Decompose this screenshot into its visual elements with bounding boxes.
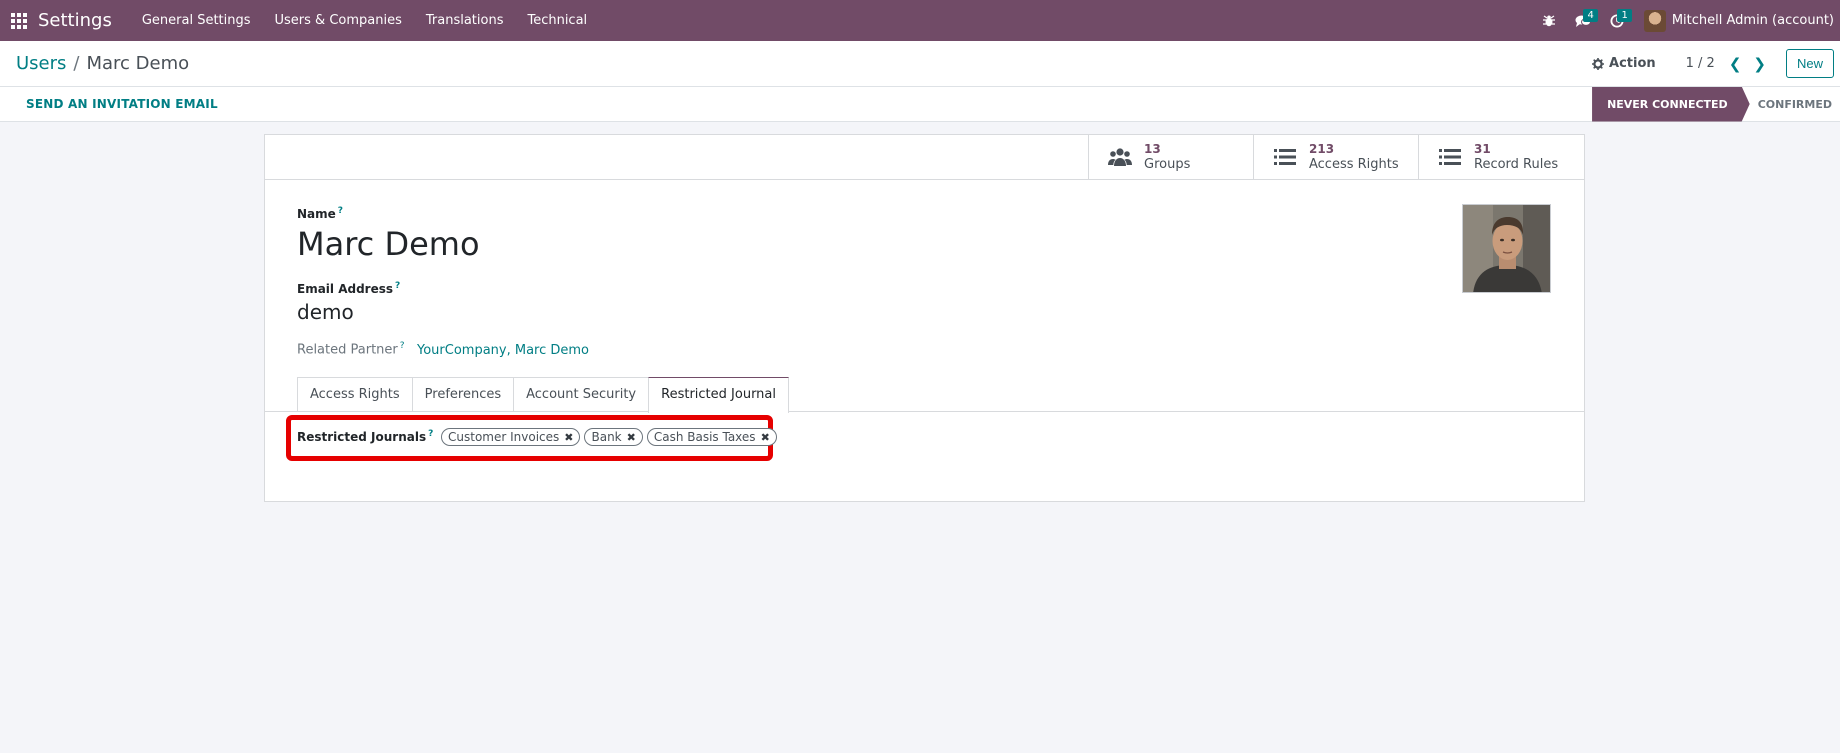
pager-previous-icon[interactable]: ❮ xyxy=(1729,55,1742,73)
users-icon xyxy=(1108,146,1132,168)
divider xyxy=(265,179,1584,180)
control-panel: Users / Marc Demo Action 1 / 2 ❮ ❯ New xyxy=(0,41,1840,87)
name-field[interactable]: Marc Demo xyxy=(297,225,480,263)
email-field[interactable]: demo xyxy=(297,300,354,324)
tab-account-security[interactable]: Account Security xyxy=(513,377,650,412)
app-name[interactable]: Settings xyxy=(38,10,130,31)
tag-bank: Bank ✖ xyxy=(584,428,643,446)
main-menu: General Settings Users & Companies Trans… xyxy=(130,0,599,41)
form-statusbar: SEND AN INVITATION EMAIL NEVER CONNECTED… xyxy=(0,87,1840,122)
status-confirmed[interactable]: CONFIRMED xyxy=(1750,87,1840,122)
groups-count: 13 xyxy=(1144,142,1161,156)
menu-general-settings[interactable]: General Settings xyxy=(130,0,263,41)
groups-stat-button[interactable]: 13 Groups xyxy=(1089,135,1254,179)
smart-button-box: 13 Groups 213 Access Rights 31 Record Ru… xyxy=(1088,135,1584,180)
user-avatar xyxy=(1643,9,1666,32)
top-navbar: Settings General Settings Users & Compan… xyxy=(0,0,1840,41)
record-rules-count: 31 xyxy=(1474,142,1491,156)
access-rights-stat-button[interactable]: 213 Access Rights xyxy=(1254,135,1419,179)
remove-tag-icon[interactable]: ✖ xyxy=(564,431,573,444)
breadcrumb-users-link[interactable]: Users xyxy=(16,53,66,74)
restricted-journals-field[interactable]: Customer Invoices ✖ Bank ✖ Cash Basis Taxe… xyxy=(441,428,777,446)
tab-preferences[interactable]: Preferences xyxy=(411,377,515,412)
list-icon xyxy=(1438,146,1462,168)
help-icon[interactable]: ? xyxy=(338,206,343,216)
remove-tag-icon[interactable]: ✖ xyxy=(761,431,770,444)
tag-label: Customer Invoices xyxy=(448,430,560,444)
tag-cash-basis-taxes: Cash Basis Taxes ✖ xyxy=(646,428,777,446)
gear-icon xyxy=(1592,57,1605,70)
pager-next-icon[interactable]: ❯ xyxy=(1753,55,1766,73)
tab-access-rights[interactable]: Access Rights xyxy=(297,377,413,412)
email-label: Email Address? xyxy=(297,281,401,296)
chat-icon[interactable]: 4 xyxy=(1566,0,1600,41)
systray: 4 1 Mitchell Admin (account) xyxy=(1532,0,1840,41)
list-icon xyxy=(1273,146,1297,168)
tabs-divider xyxy=(265,411,1584,412)
menu-users-companies[interactable]: Users & Companies xyxy=(263,0,414,41)
activity-count-badge: 1 xyxy=(1617,9,1632,22)
user-menu[interactable]: Mitchell Admin (account) xyxy=(1634,9,1840,32)
related-partner-label: Related Partner? xyxy=(297,341,405,358)
chat-count-badge: 4 xyxy=(1583,9,1598,22)
debug-bug-icon[interactable] xyxy=(1532,0,1566,41)
new-button[interactable]: New xyxy=(1785,49,1834,78)
tab-restricted-journal[interactable]: Restricted Journal xyxy=(648,377,790,413)
groups-label: Groups xyxy=(1144,157,1191,172)
status-never-connected[interactable]: NEVER CONNECTED xyxy=(1592,87,1750,122)
breadcrumb-current: Marc Demo xyxy=(86,53,190,74)
related-partner-link[interactable]: YourCompany, Marc Demo xyxy=(417,343,589,358)
help-icon[interactable]: ? xyxy=(395,281,400,291)
access-rights-count: 213 xyxy=(1309,142,1335,156)
record-rules-label: Record Rules xyxy=(1474,157,1559,172)
breadcrumb-separator: / xyxy=(73,53,80,74)
send-invitation-button[interactable]: SEND AN INVITATION EMAIL xyxy=(26,97,218,111)
pager-value[interactable]: 1 / 2 xyxy=(1686,56,1715,71)
user-photo[interactable] xyxy=(1462,204,1551,293)
status-steps: NEVER CONNECTED CONFIRMED xyxy=(1592,87,1840,122)
record-rules-stat-button[interactable]: 31 Record Rules xyxy=(1419,135,1584,179)
menu-technical[interactable]: Technical xyxy=(515,0,599,41)
action-label: Action xyxy=(1609,56,1656,71)
tag-customer-invoices: Customer Invoices ✖ xyxy=(441,428,581,446)
tag-label: Bank xyxy=(591,430,622,444)
restricted-journals-label: Restricted Journals? xyxy=(297,429,434,444)
help-icon[interactable]: ? xyxy=(400,341,405,351)
name-label: Name? xyxy=(297,206,344,221)
breadcrumb: Users / Marc Demo xyxy=(16,53,189,74)
access-rights-label: Access Rights xyxy=(1309,157,1399,172)
notebook-tabs: Access Rights Preferences Account Securi… xyxy=(297,377,790,413)
remove-tag-icon[interactable]: ✖ xyxy=(627,431,636,444)
menu-translations[interactable]: Translations xyxy=(414,0,516,41)
action-menu-button[interactable]: Action xyxy=(1592,56,1656,71)
activity-clock-icon[interactable]: 1 xyxy=(1600,0,1634,41)
apps-menu-icon[interactable] xyxy=(0,0,38,41)
user-name: Mitchell Admin (account) xyxy=(1671,13,1834,28)
form-sheet: 13 Groups 213 Access Rights 31 Record Ru… xyxy=(264,134,1585,502)
help-icon[interactable]: ? xyxy=(428,429,433,439)
tag-label: Cash Basis Taxes xyxy=(653,430,756,444)
